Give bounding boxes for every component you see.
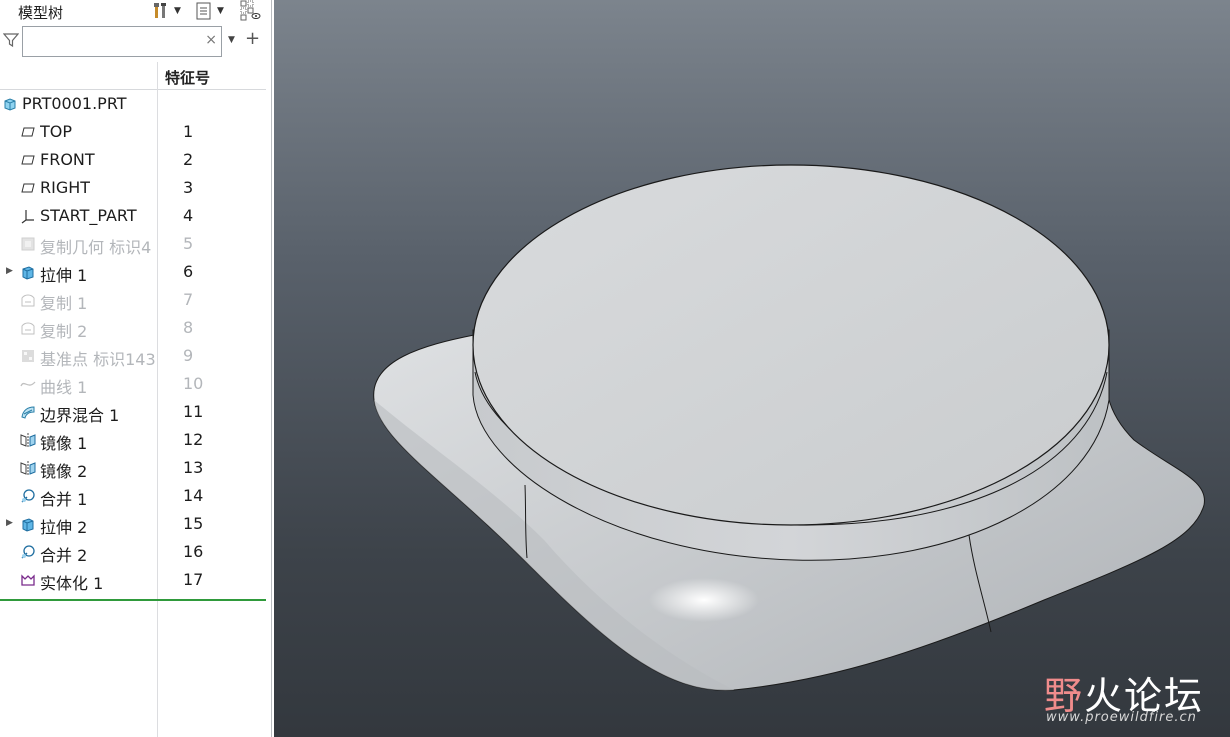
copy-geometry-icon bbox=[20, 236, 36, 252]
expand-arrow-icon[interactable]: ▶ bbox=[6, 266, 13, 276]
search-input[interactable] bbox=[25, 29, 203, 54]
chevron-down-icon: ▼ bbox=[217, 6, 224, 16]
tree-row[interactable]: 复制几何 标识4 5 bbox=[0, 230, 266, 258]
solidify-icon bbox=[20, 572, 36, 588]
tools-icon bbox=[154, 3, 166, 18]
feature-number: 15 bbox=[183, 514, 204, 533]
feature-number: 9 bbox=[183, 346, 194, 365]
clear-search-icon[interactable]: × bbox=[205, 32, 217, 48]
tree-row[interactable]: 镜像 1 12 bbox=[0, 426, 266, 454]
tree-item-label: 复制几何 标识4 bbox=[40, 238, 152, 257]
tree-item-label: 拉伸 2 bbox=[40, 518, 88, 537]
tree-item-label: 基准点 标识143 bbox=[40, 350, 156, 369]
feature-number: 11 bbox=[183, 402, 204, 421]
search-box: × bbox=[22, 26, 222, 57]
tree-row[interactable]: ▶ 拉伸 1 6 bbox=[0, 258, 266, 286]
copy-surface-icon bbox=[20, 320, 36, 336]
mirror-icon bbox=[20, 432, 36, 448]
coordinate-system-icon bbox=[20, 208, 36, 224]
copy-surface-icon bbox=[20, 292, 36, 308]
tree-item-label: TOP bbox=[40, 122, 73, 141]
part-icon bbox=[2, 96, 18, 112]
datum-plane-icon bbox=[20, 152, 36, 168]
tree-item-label: START_PART bbox=[40, 206, 137, 225]
graphics-viewport[interactable]: 野火论坛 www.proewildfire.cn bbox=[274, 0, 1230, 737]
boundary-blend-icon bbox=[20, 404, 36, 420]
tree-filters-button[interactable] bbox=[240, 0, 262, 21]
panel-title: 模型树 bbox=[18, 4, 64, 22]
tree-row[interactable]: TOP 1 bbox=[0, 118, 266, 146]
tree-item-label: PRT0001.PRT bbox=[22, 94, 127, 113]
chevron-down-icon[interactable]: ▼ bbox=[228, 35, 235, 45]
tree-row[interactable]: 合并 1 14 bbox=[0, 482, 266, 510]
feature-number: 3 bbox=[183, 178, 194, 197]
tree-row[interactable]: 边界混合 1 11 bbox=[0, 398, 266, 426]
tree-item-label: 拉伸 1 bbox=[40, 266, 88, 285]
tree-row[interactable]: RIGHT 3 bbox=[0, 174, 266, 202]
feature-number: 4 bbox=[183, 206, 194, 225]
tree-row[interactable]: 合并 2 16 bbox=[0, 538, 266, 566]
feature-number: 16 bbox=[183, 542, 204, 561]
feature-number: 1 bbox=[183, 122, 194, 141]
search-row: × ▼ + bbox=[0, 26, 272, 60]
tree-row[interactable]: 基准点 标识143 9 bbox=[0, 342, 266, 370]
tree-row[interactable]: 复制 1 7 bbox=[0, 286, 266, 314]
tree-row[interactable]: ▶ 拉伸 2 15 bbox=[0, 510, 266, 538]
tree-item-label: FRONT bbox=[40, 150, 95, 169]
watermark-logo: 野火论坛 www.proewildfire.cn bbox=[1044, 655, 1224, 730]
tree-row[interactable]: 镜像 2 13 bbox=[0, 454, 266, 482]
feature-number: 2 bbox=[183, 150, 194, 169]
chevron-down-icon: ▼ bbox=[174, 6, 181, 16]
feature-number: 7 bbox=[183, 290, 194, 309]
tree-item-label: 复制 2 bbox=[40, 322, 88, 341]
tree-item-label: 合并 1 bbox=[40, 490, 88, 509]
tree-item-label: 实体化 1 bbox=[40, 574, 104, 593]
curve-icon bbox=[20, 376, 36, 392]
tree-item-label: 曲线 1 bbox=[40, 378, 88, 397]
datum-plane-icon bbox=[20, 180, 36, 196]
feature-number: 10 bbox=[183, 374, 204, 393]
tree-item-label: 镜像 1 bbox=[40, 434, 88, 453]
feature-number: 17 bbox=[183, 570, 204, 589]
watermark-url: www.proewildfire.cn bbox=[1046, 710, 1197, 725]
feature-number: 8 bbox=[183, 318, 194, 337]
show-menu-button[interactable]: ▼ bbox=[195, 1, 224, 21]
insert-here-marker[interactable] bbox=[0, 599, 266, 601]
tree-row[interactable]: START_PART 4 bbox=[0, 202, 266, 230]
column-header-row: 特征号 bbox=[0, 62, 266, 90]
tree-row[interactable]: 曲线 1 10 bbox=[0, 370, 266, 398]
mirror-icon bbox=[20, 460, 36, 476]
tree-item-label: 复制 1 bbox=[40, 294, 88, 313]
tree-item-label: 镜像 2 bbox=[40, 462, 88, 481]
model-tree-header: 模型树 ▼ ▼ bbox=[0, 0, 272, 24]
tree-item-label: 合并 2 bbox=[40, 546, 88, 565]
column-header-feature-number[interactable]: 特征号 bbox=[165, 67, 210, 88]
feature-number: 6 bbox=[183, 262, 194, 281]
filter-icon[interactable] bbox=[3, 32, 19, 48]
list-icon bbox=[196, 2, 211, 20]
feature-number: 13 bbox=[183, 458, 204, 477]
tree-row[interactable]: FRONT 2 bbox=[0, 146, 266, 174]
tree-filter-icon bbox=[240, 0, 261, 21]
datum-plane-icon bbox=[20, 124, 36, 140]
tree-row[interactable]: 实体化 1 17 bbox=[0, 566, 266, 594]
add-column-button[interactable]: + bbox=[245, 28, 260, 49]
tree-row[interactable]: PRT0001.PRT bbox=[0, 90, 266, 118]
feature-number: 14 bbox=[183, 486, 204, 505]
merge-icon bbox=[20, 488, 36, 504]
tree-row[interactable]: 复制 2 8 bbox=[0, 314, 266, 342]
expand-arrow-icon[interactable]: ▶ bbox=[6, 518, 13, 528]
part-model-3d[interactable] bbox=[274, 0, 1230, 737]
datum-point-icon bbox=[20, 348, 36, 364]
extrude-icon bbox=[20, 264, 36, 280]
tree-item-label: RIGHT bbox=[40, 178, 91, 197]
merge-icon bbox=[20, 544, 36, 560]
feature-number: 5 bbox=[183, 234, 194, 253]
tree-item-label: 边界混合 1 bbox=[40, 406, 120, 425]
model-tree-panel: 模型树 ▼ ▼ × ▼ + 特征号 PRT0001.PRT TOP 1 FRON… bbox=[0, 0, 272, 737]
settings-menu-button[interactable]: ▼ bbox=[152, 1, 181, 21]
feature-number: 12 bbox=[183, 430, 204, 449]
extrude-icon bbox=[20, 516, 36, 532]
